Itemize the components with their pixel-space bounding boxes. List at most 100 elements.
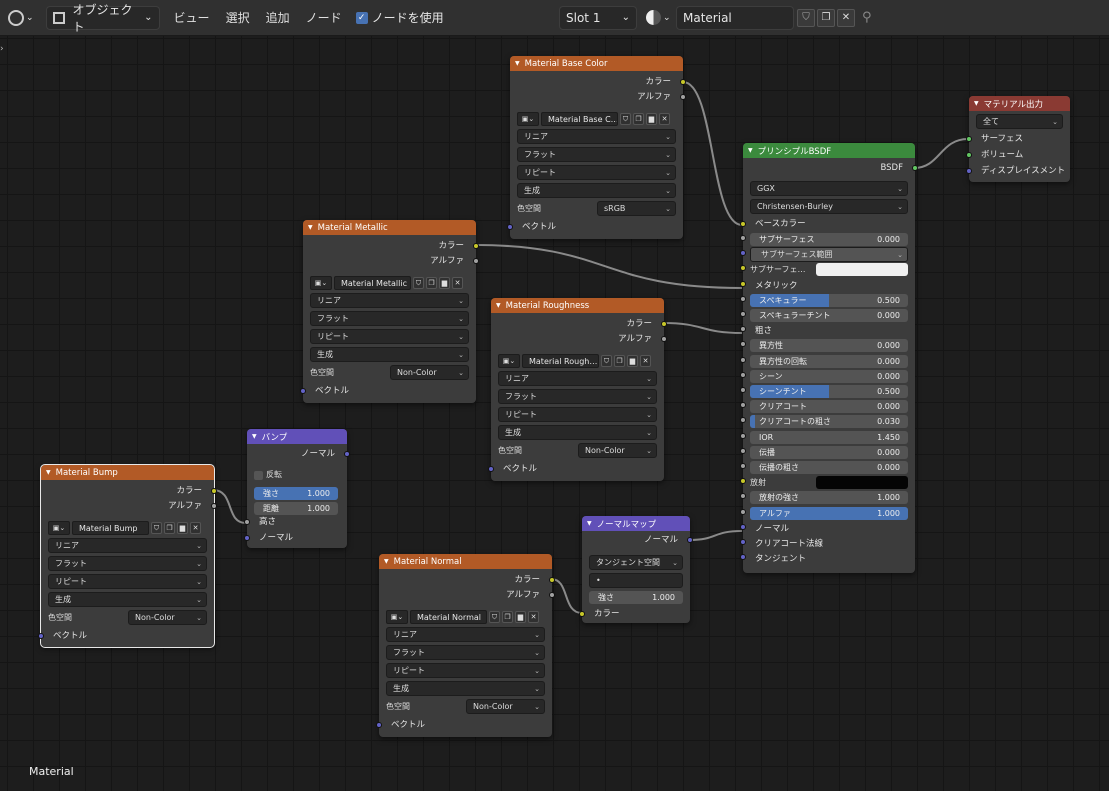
open-folder-icon[interactable]: ▆	[439, 276, 450, 289]
image-name[interactable]: Material Base C…	[541, 111, 618, 126]
color-input-socket[interactable]	[579, 611, 585, 617]
interpolation-dropdown[interactable]: リニア ⌄	[310, 293, 469, 308]
source-dropdown[interactable]: 生成 ⌄	[386, 681, 545, 696]
duplicate-image-icon[interactable]: ❐	[502, 610, 513, 623]
node-bump[interactable]: ▼ バンプ ノーマル 反転 強さ 1.000 距離 1.000 高さ ノーマル	[244, 429, 350, 548]
bsdf-value-field[interactable]: クリアコートの粗さ 0.030	[750, 415, 908, 429]
color-output-socket[interactable]	[211, 488, 217, 494]
collapse-triangle-icon[interactable]: ▼	[974, 100, 979, 107]
interpolation-dropdown[interactable]: リニア ⌄	[386, 627, 545, 642]
color-output-socket[interactable]	[680, 79, 686, 85]
node-header[interactable]: ▼ Material Bump	[41, 465, 214, 480]
source-dropdown[interactable]: 生成 ⌄	[517, 183, 676, 198]
duplicate-image-icon[interactable]: ❐	[633, 112, 644, 125]
displacement-input-socket[interactable]	[966, 168, 972, 174]
node-header[interactable]: ▼ マテリアル出力	[969, 96, 1070, 111]
collapse-triangle-icon[interactable]: ▼	[748, 147, 753, 154]
image-browse-icon[interactable]: ▣⌄	[386, 609, 408, 624]
projection-dropdown[interactable]: フラット ⌄	[386, 645, 545, 660]
invert-checkbox[interactable]	[254, 471, 263, 480]
fake-user-shield-icon[interactable]: ⛉	[151, 521, 162, 534]
duplicate-image-icon[interactable]: ❐	[614, 354, 625, 367]
surface-input-socket[interactable]	[966, 136, 972, 142]
fake-user-shield-icon[interactable]: ⛉	[489, 610, 500, 623]
space-dropdown[interactable]: タンジェント空間 ⌄	[589, 555, 683, 570]
bsdf-value-field[interactable]: スペキュラーチント 0.000	[750, 309, 908, 322]
normal-input-socket[interactable]	[244, 535, 250, 541]
alpha-output-socket[interactable]	[680, 94, 686, 100]
bsdf-value-field[interactable]: 伝播の粗さ 0.000	[750, 461, 908, 474]
bsdf-value-field[interactable]: 異方性 0.000	[750, 339, 908, 353]
open-folder-icon[interactable]: ▆	[177, 521, 188, 534]
open-folder-icon[interactable]: ▆	[646, 112, 657, 125]
colorspace-dropdown[interactable]: sRGB ⌄	[597, 201, 676, 216]
fake-user-shield-icon[interactable]: ⛉	[413, 276, 424, 289]
open-folder-icon[interactable]: ▆	[515, 610, 526, 623]
bsdf-value-field[interactable]: シーン 0.000	[750, 369, 908, 383]
unlink-close-icon[interactable]: ✕	[452, 276, 463, 289]
node-material-bump[interactable]: ▼ Material Bump カラー アルファ ▣⌄ Material Bump…	[38, 464, 217, 648]
node-header[interactable]: ▼ プリンシプルBSDF	[743, 143, 915, 158]
image-browse-icon[interactable]: ▣⌄	[48, 520, 70, 535]
node-header[interactable]: ▼ ノーマルマップ	[582, 516, 690, 531]
colorspace-dropdown[interactable]: Non-Color ⌄	[578, 443, 657, 458]
color-swatch[interactable]	[816, 263, 908, 277]
bsdf-value-field[interactable]: 異方性の回転 0.000	[750, 354, 908, 368]
projection-dropdown[interactable]: フラット ⌄	[498, 389, 657, 404]
projection-dropdown[interactable]: フラット ⌄	[310, 311, 469, 326]
bsdf-input-socket[interactable]	[740, 387, 746, 393]
collapse-triangle-icon[interactable]: ▼	[384, 558, 389, 565]
source-dropdown[interactable]: 生成 ⌄	[310, 347, 469, 362]
colorspace-dropdown[interactable]: Non-Color ⌄	[390, 365, 469, 380]
bsdf-input-socket[interactable]	[740, 235, 746, 241]
volume-input-socket[interactable]	[966, 152, 972, 158]
node-header[interactable]: ▼ Material Base Color	[510, 56, 683, 71]
bsdf-value-field[interactable]: シーンチント 0.500	[750, 385, 908, 398]
bsdf-input-socket[interactable]	[740, 356, 746, 363]
node-material-base-color[interactable]: ▼ Material Base Color カラー アルファ ▣⌄ Materia…	[507, 56, 686, 239]
node-header[interactable]: ▼ Material Metallic	[303, 220, 476, 235]
uv-map-field[interactable]: •	[589, 573, 683, 588]
interpolation-dropdown[interactable]: リニア ⌄	[498, 371, 657, 386]
alpha-output-socket[interactable]	[211, 503, 217, 509]
source-dropdown[interactable]: 生成 ⌄	[48, 592, 207, 607]
strength-field[interactable]: 強さ 1.000	[589, 591, 683, 604]
vector-input-socket[interactable]	[376, 722, 382, 728]
bsdf-value-field[interactable]: 放射の強さ 1.000	[750, 491, 908, 505]
subsurface-radius-field[interactable]: サブサーフェス範囲 ⌄	[750, 247, 908, 263]
bsdf-input-socket[interactable]	[740, 478, 746, 485]
bsdf-value-field[interactable]: アルファ 1.000	[750, 506, 908, 520]
image-name[interactable]: Material Normal	[410, 609, 487, 624]
node-material-output[interactable]: ▼ マテリアル出力 全て ⌄ サーフェス ボリューム ディスプレイスメント	[966, 96, 1070, 182]
bsdf-input-socket[interactable]	[740, 432, 746, 439]
bsdf-input-socket[interactable]	[740, 311, 746, 317]
distribution-dropdown[interactable]: GGX ⌄	[750, 181, 908, 196]
alpha-output-socket[interactable]	[661, 336, 667, 342]
interpolation-dropdown[interactable]: リニア ⌄	[48, 538, 207, 553]
node-material-roughness[interactable]: ▼ Material Roughness カラー アルファ ▣⌄ Material…	[488, 298, 667, 481]
base-color-input-socket[interactable]	[740, 221, 746, 227]
node-principled-bsdf[interactable]: ▼ プリンシプルBSDF BSDF GGX ⌄ Christensen-Burley…	[740, 143, 918, 573]
collapse-triangle-icon[interactable]: ▼	[46, 469, 51, 476]
projection-dropdown[interactable]: フラット ⌄	[48, 556, 207, 571]
unlink-close-icon[interactable]: ✕	[640, 354, 651, 367]
interpolation-dropdown[interactable]: リニア ⌄	[517, 129, 676, 144]
collapse-triangle-icon[interactable]: ▼	[496, 302, 501, 309]
bsdf-input-socket[interactable]	[740, 447, 746, 454]
target-dropdown[interactable]: 全て ⌄	[976, 114, 1063, 129]
bsdf-input-socket[interactable]	[740, 508, 746, 515]
image-name[interactable]: Material Metallic	[334, 275, 411, 290]
color-output-socket[interactable]	[549, 577, 555, 583]
bsdf-input-socket[interactable]	[740, 371, 746, 378]
image-browse-icon[interactable]: ▣⌄	[310, 275, 332, 290]
unlink-close-icon[interactable]: ✕	[528, 610, 539, 623]
collapse-triangle-icon[interactable]: ▼	[252, 433, 257, 440]
bsdf-value-field[interactable]: クリアコート 0.000	[750, 400, 908, 414]
image-name[interactable]: Material Rough…	[522, 353, 599, 368]
image-browse-icon[interactable]: ▣⌄	[517, 111, 539, 126]
bsdf-input-socket[interactable]	[740, 250, 746, 257]
bsdf-input-socket[interactable]	[740, 341, 746, 348]
bsdf-value-field[interactable]: サブサーフェス 0.000	[750, 233, 908, 246]
bsdf-value-field[interactable]: IOR 1.450	[750, 430, 908, 444]
projection-dropdown[interactable]: フラット ⌄	[517, 147, 676, 162]
